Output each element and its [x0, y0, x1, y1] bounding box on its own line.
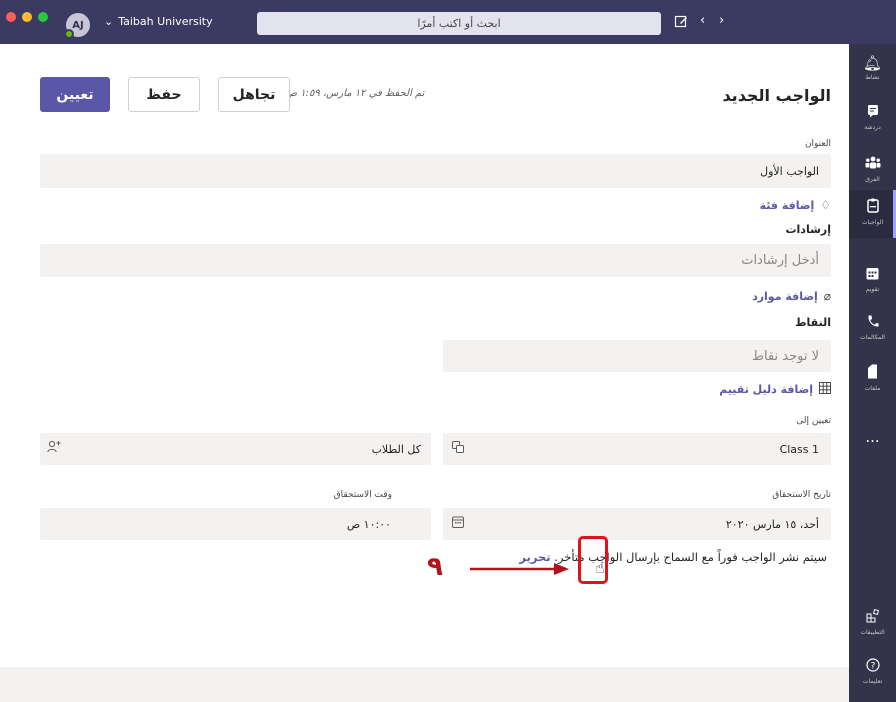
- students-select[interactable]: كل الطلاب: [40, 433, 431, 465]
- points-label: النقاط: [795, 316, 831, 329]
- rail-item-chat[interactable]: دردشة: [849, 104, 896, 140]
- teams-icon: [865, 156, 881, 174]
- assign-button[interactable]: تعيين: [40, 77, 110, 112]
- presence-indicator: [64, 29, 74, 39]
- due-time-field[interactable]: ١٠:٠٠ ص: [40, 508, 431, 540]
- assignments-icon: [866, 198, 879, 217]
- rail-label: تقويم: [865, 286, 880, 293]
- assignment-editor: الواجب الجديد تم الحفظ في ١٢ مارس، ١:٥٩ …: [0, 44, 849, 702]
- add-category-label: إضافة فئة: [759, 198, 815, 212]
- search-placeholder: ابحث أو اكتب أمرًا: [417, 17, 501, 30]
- rail-label: الفرق: [865, 176, 880, 183]
- rail-item-calls[interactable]: المكالمات: [849, 314, 896, 350]
- instructions-placeholder: أدخل إرشادات: [741, 253, 819, 268]
- students-value: كل الطلاب: [371, 442, 421, 456]
- minimize-window-button[interactable]: [22, 12, 32, 22]
- save-button[interactable]: حفظ: [128, 77, 200, 112]
- add-resources-link[interactable]: ⌀ إضافة موارد: [752, 289, 831, 303]
- app-rail: 🔔︎ نشاط دردشة الفرق الواجبات تقويم المكا…: [849, 44, 896, 702]
- due-date-value: أحد، ١٥ مارس ٢٠٢٠: [725, 517, 819, 531]
- add-category-link[interactable]: ♢ إضافة فئة: [760, 198, 831, 212]
- files-icon: [867, 364, 878, 383]
- svg-text:?: ?: [870, 662, 875, 672]
- rail-item-help[interactable]: ? تعليمات: [849, 658, 896, 694]
- instructions-label: إرشادات: [785, 223, 831, 236]
- rail-item-activity[interactable]: 🔔︎ نشاط: [849, 54, 896, 90]
- rail-label: التطبيقات: [860, 629, 885, 636]
- more-apps-button[interactable]: ...: [849, 428, 896, 448]
- class-value: Class 1: [779, 442, 819, 456]
- compose-icon[interactable]: [674, 14, 688, 32]
- grid-icon: [819, 382, 831, 397]
- rail-label: الواجبات: [861, 219, 884, 226]
- org-switcher[interactable]: ⌄ Taibah University: [104, 15, 213, 28]
- forward-icon[interactable]: ›: [719, 13, 724, 28]
- add-resources-label: إضافة موارد: [752, 289, 818, 303]
- chat-icon: [867, 104, 879, 122]
- due-time-label: وقت الاستحقاق: [333, 490, 392, 500]
- rail-label: تعليمات: [862, 678, 883, 685]
- rail-item-apps[interactable]: التطبيقات: [849, 609, 896, 645]
- add-rubric-label: إضافة دليل تقييم: [719, 383, 813, 396]
- rail-label: نشاط: [865, 74, 880, 81]
- rail-label: ملفات: [864, 385, 881, 392]
- help-icon: ?: [865, 658, 880, 676]
- close-window-button[interactable]: [6, 12, 16, 22]
- footer-bar: [0, 667, 849, 702]
- more-icon: ...: [865, 428, 880, 446]
- rail-item-files[interactable]: ملفات: [849, 364, 896, 404]
- tag-icon: ♢: [820, 198, 831, 212]
- hand-cursor-icon: ☝: [595, 558, 605, 577]
- apps-icon: [866, 609, 880, 627]
- title-label: العنوان: [804, 139, 831, 149]
- calendar-picker-icon[interactable]: [452, 516, 464, 531]
- page-title: الواجب الجديد: [722, 86, 831, 105]
- paperclip-icon: ⌀: [823, 289, 831, 303]
- zoom-window-button[interactable]: [38, 12, 48, 22]
- due-date-field[interactable]: أحد، ١٥ مارس ٢٠٢٠: [443, 508, 831, 540]
- org-name: Taibah University: [118, 15, 213, 28]
- add-rubric-link[interactable]: إضافة دليل تقييم: [719, 382, 831, 397]
- bell-icon: 🔔︎: [862, 54, 883, 72]
- rail-item-calendar[interactable]: تقويم: [849, 266, 896, 302]
- saved-status: تم الحفظ في ١٢ مارس، ١:٥٩ ص: [285, 88, 425, 99]
- search-input[interactable]: ابحث أو اكتب أمرًا: [257, 12, 661, 35]
- due-time-value: ١٠:٠٠ ص: [346, 517, 391, 531]
- chevron-down-icon: ⌄: [104, 15, 114, 28]
- rail-item-teams[interactable]: الفرق: [849, 156, 896, 192]
- due-date-label: تاريخ الاستحقاق: [772, 490, 831, 500]
- calendar-icon: [866, 266, 879, 284]
- calls-icon: [867, 314, 879, 332]
- rail-item-assignments[interactable]: الواجبات: [849, 190, 896, 238]
- class-picker-icon[interactable]: [452, 441, 464, 456]
- rail-label: المكالمات: [860, 334, 885, 341]
- points-field[interactable]: لا توجد نقاط: [443, 340, 831, 372]
- back-icon[interactable]: ‹: [700, 13, 705, 28]
- add-person-icon[interactable]: [47, 440, 61, 456]
- instructions-field[interactable]: أدخل إرشادات: [40, 244, 831, 277]
- assign-to-label: تعيين إلى: [796, 416, 831, 426]
- rail-label: دردشة: [864, 124, 881, 131]
- class-select[interactable]: Class 1: [443, 433, 831, 465]
- arrow-annotation-icon: [470, 563, 569, 575]
- points-placeholder: لا توجد نقاط: [751, 348, 819, 364]
- title-field[interactable]: الواجب الأول: [40, 154, 831, 188]
- title-bar: AJ ⌄ Taibah University ابحث أو اكتب أمرً…: [0, 0, 896, 44]
- title-field-value: الواجب الأول: [760, 164, 819, 178]
- avatar[interactable]: AJ: [64, 13, 90, 39]
- discard-button[interactable]: تجاهل: [218, 77, 290, 112]
- step-number-annotation: ٩: [427, 552, 443, 582]
